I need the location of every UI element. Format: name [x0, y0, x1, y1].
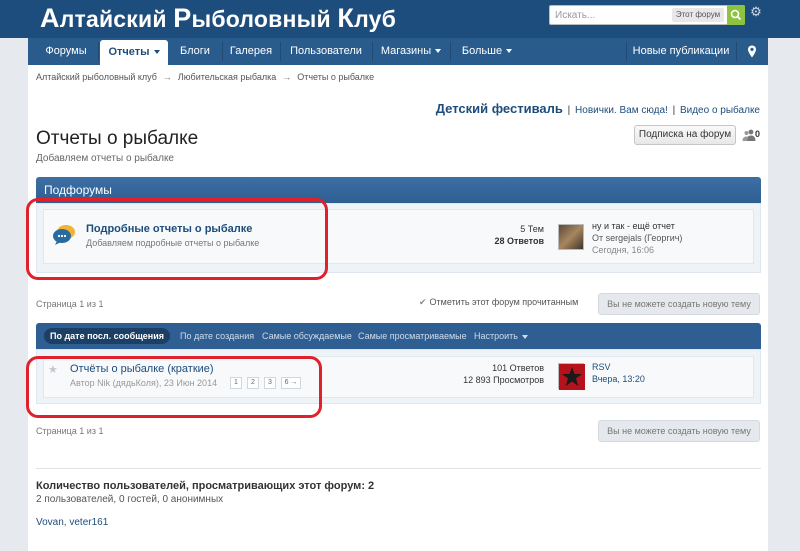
search-scope-toggle[interactable]: Этот форум	[672, 8, 724, 22]
nav-divider	[450, 42, 451, 61]
main-nav: Форумы Отчеты Блоги Галерея Пользователи…	[28, 38, 768, 65]
check-icon: ✔	[419, 297, 427, 307]
nav-item-new-posts[interactable]: Новые публикации	[628, 38, 734, 65]
nav-item-reports[interactable]: Отчеты	[100, 40, 168, 65]
breadcrumb-arrow: →	[162, 72, 172, 82]
page-description: Добавляем отчеты о рыбалке	[36, 153, 174, 164]
featured-link[interactable]: Детский фестиваль	[436, 101, 563, 116]
breadcrumb-arrow: →	[282, 72, 292, 82]
users-icon	[742, 129, 756, 141]
logo-letter: К	[337, 3, 355, 33]
sort-customize[interactable]: Настроить	[474, 323, 528, 349]
page-title: Отчеты о рыбалке	[36, 128, 199, 149]
chevron-down-icon	[435, 49, 442, 54]
logo-letter: Р	[173, 3, 192, 33]
nav-label: Форумы	[45, 45, 87, 57]
page-info: Страница 1 из 1	[36, 426, 104, 436]
site-logo[interactable]: Алтайский Рыболовный Клуб	[40, 3, 396, 34]
nav-divider	[372, 42, 373, 61]
avatar[interactable]	[558, 363, 585, 390]
subscribe-button[interactable]: Подписка на форум	[634, 125, 736, 145]
avatar[interactable]	[558, 224, 584, 250]
chevron-down-icon	[153, 50, 160, 55]
nav-divider	[280, 42, 281, 61]
nav-label: Галерея	[229, 45, 273, 57]
nav-item-gallery[interactable]: Галерея	[224, 38, 278, 65]
site-header: Алтайский Рыболовный Клуб Этот форум ⚙	[0, 0, 800, 38]
viewers-count: 0	[755, 129, 761, 139]
nav-item-blogs[interactable]: Блоги	[170, 38, 220, 65]
sort-by-viewed[interactable]: Самые просматриваемые	[358, 323, 467, 349]
nav-divider	[222, 42, 223, 61]
sort-customize-label: Настроить	[474, 331, 518, 341]
replies-count: 101 Ответов	[492, 363, 544, 373]
breadcrumb-link[interactable]: Отчеты о рыбалке	[297, 72, 374, 82]
mark-read-link[interactable]: ✔ Отметить этот форум прочитанным	[419, 297, 578, 308]
page-info: Страница 1 из 1	[36, 299, 104, 309]
sort-bar: По дате посл. сообщения По дате создания…	[36, 323, 761, 349]
link-separator: |	[567, 105, 571, 116]
online-users-list[interactable]: Vovan, veter161	[36, 517, 108, 528]
nav-label: Больше	[461, 45, 503, 57]
last-post-info: ну и так - ещё отчет От sergejals (Георг…	[592, 220, 682, 256]
logo-letter: А	[40, 3, 60, 33]
gear-icon[interactable]: ⚙	[749, 5, 763, 19]
breadcrumb-link[interactable]: Любительская рыбалка	[178, 72, 276, 82]
nav-label: Отчеты	[108, 46, 150, 58]
sort-by-discussed[interactable]: Самые обсуждаемые	[262, 323, 352, 349]
featured-links: Детский фестиваль | Новички. Вам сюда! |…	[436, 101, 760, 116]
nav-item-forums[interactable]: Форумы	[36, 38, 96, 65]
logo-text: лтайский	[59, 6, 174, 32]
subforum-stats: 5 Тем 28 Ответов	[474, 223, 544, 247]
topics-count: 5 Тем	[520, 224, 544, 234]
logo-text: луб	[354, 6, 396, 32]
logo-text: ыболовный	[191, 6, 338, 32]
last-post-author[interactable]: RSV	[592, 361, 645, 373]
divider	[36, 468, 761, 469]
nav-label: Пользователи	[290, 45, 362, 57]
last-post-time: Сегодня, 16:06	[592, 245, 655, 255]
main-content: Алтайский рыболовный клуб → Любительская р…	[28, 65, 768, 551]
last-post-link[interactable]: ну и так - ещё отчет	[592, 220, 682, 232]
nav-label: Блоги	[180, 45, 210, 57]
nav-divider	[736, 42, 737, 61]
last-post-info: RSV Вчера, 13:20	[592, 361, 645, 385]
new-topic-button-disabled: Вы не можете создать новую тему	[598, 293, 760, 315]
thread-stats: 101 Ответов 12 893 Просмотров	[444, 362, 544, 386]
search-icon	[730, 9, 742, 21]
last-post-time[interactable]: Вчера, 13:20	[592, 373, 645, 385]
link-separator: |	[672, 105, 676, 116]
search-input[interactable]	[550, 6, 670, 24]
breadcrumb-link[interactable]: Алтайский рыболовный клуб	[36, 72, 157, 82]
breadcrumb: Алтайский рыболовный клуб → Любительская р…	[36, 72, 374, 82]
online-stats-description: 2 пользователей, 0 гостей, 0 анонимных	[36, 494, 224, 505]
featured-link[interactable]: Новички. Вам сюда!	[575, 105, 668, 116]
nav-label: Магазины	[380, 45, 432, 57]
nav-divider	[626, 42, 627, 61]
red-star-avatar-icon	[559, 364, 585, 390]
nav-item-users[interactable]: Пользователи	[282, 38, 370, 65]
location-pin-icon[interactable]	[738, 38, 766, 65]
sort-by-last-post[interactable]: По дате посл. сообщения	[44, 328, 171, 344]
nav-divider	[98, 42, 99, 61]
chevron-down-icon	[521, 334, 528, 339]
views-count: 12 893 Просмотров	[463, 375, 544, 385]
nav-label: Новые публикации	[632, 45, 730, 57]
featured-link[interactable]: Видео о рыбалке	[680, 105, 760, 116]
sort-by-created[interactable]: По дате создания	[180, 323, 254, 349]
chevron-down-icon	[506, 49, 513, 54]
search-box: Этот форум	[549, 5, 745, 25]
annotation-outline	[26, 198, 328, 280]
nav-item-more[interactable]: Больше	[452, 38, 522, 65]
new-topic-button-disabled: Вы не можете создать новую тему	[598, 420, 760, 442]
mark-read-label: Отметить этот форум прочитанным	[429, 297, 579, 307]
nav-item-shops[interactable]: Магазины	[374, 38, 448, 65]
online-stats-title: Количество пользователей, просматривающи…	[36, 480, 375, 492]
location-pin-glyph	[748, 45, 756, 58]
replies-count: 28 Ответов	[494, 236, 544, 246]
search-button[interactable]	[727, 5, 745, 25]
annotation-outline	[26, 356, 322, 418]
last-post-author[interactable]: От sergejals (Георгич)	[592, 232, 682, 244]
